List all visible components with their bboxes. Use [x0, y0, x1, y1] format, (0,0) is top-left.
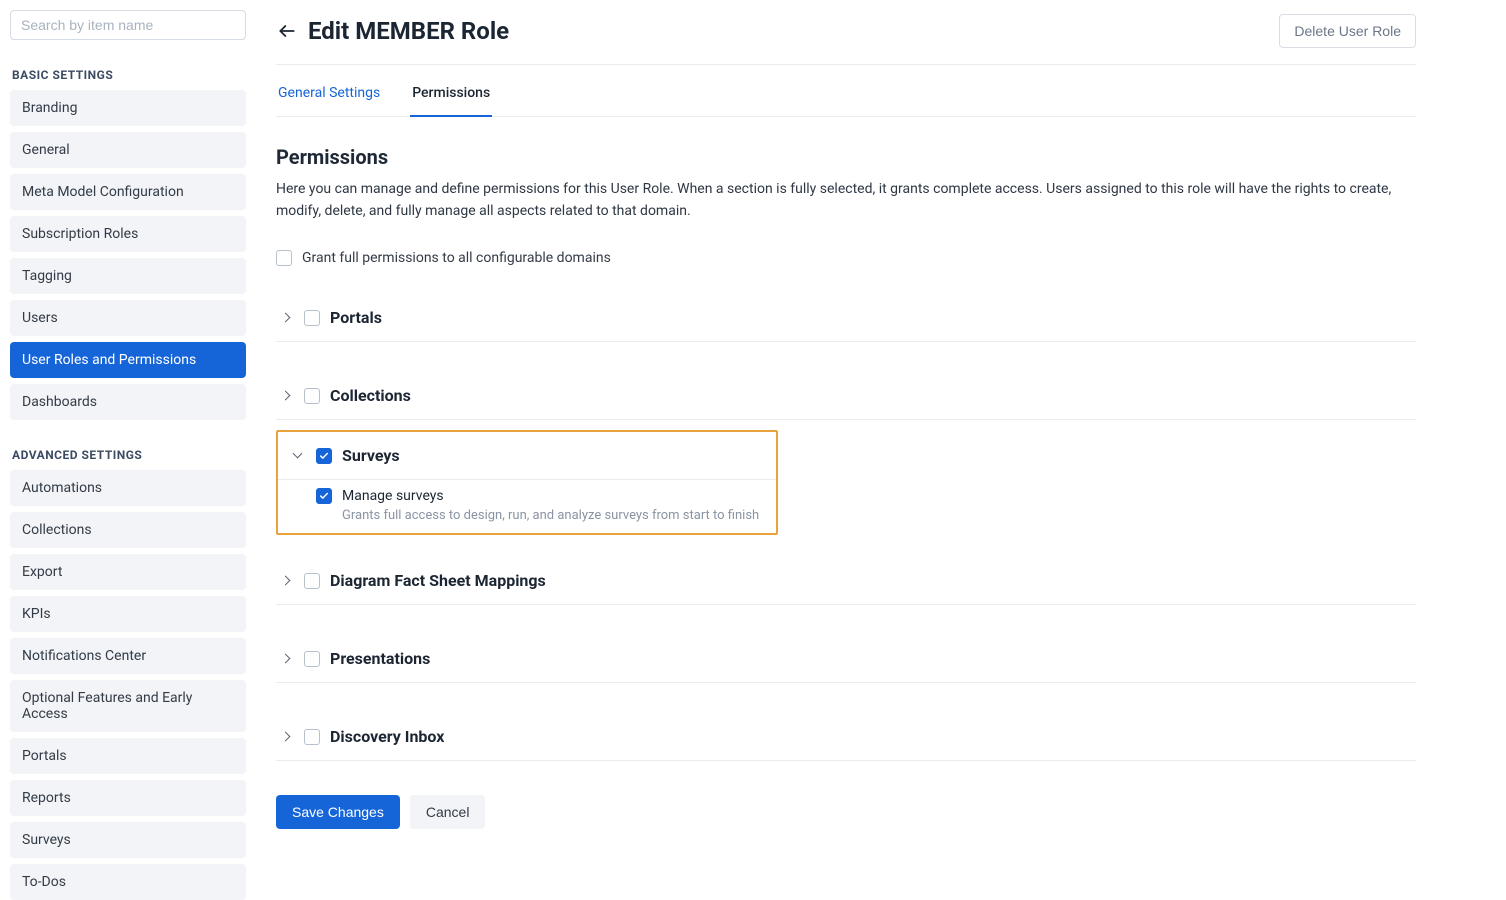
- sidebar-item-users[interactable]: Users: [10, 300, 246, 336]
- sidebar-item-dashboards[interactable]: Dashboards: [10, 384, 246, 420]
- perm-group-portals: Portals: [276, 294, 1416, 342]
- sidebar-item-meta-model[interactable]: Meta Model Configuration: [10, 174, 246, 210]
- chevron-right-icon[interactable]: [276, 733, 294, 740]
- page-header: Edit MEMBER Role Delete User Role: [276, 14, 1416, 65]
- permissions-description: Here you can manage and define permissio…: [276, 179, 1416, 222]
- advanced-settings-list: Automations Collections Export KPIs Noti…: [10, 470, 246, 900]
- sidebar-item-export[interactable]: Export: [10, 554, 246, 590]
- page-title: Edit MEMBER Role: [308, 17, 509, 45]
- diagram-checkbox[interactable]: [304, 573, 320, 589]
- sidebar-item-optional-features[interactable]: Optional Features and Early Access: [10, 680, 246, 732]
- permissions-title: Permissions: [276, 145, 1416, 169]
- main-content: Edit MEMBER Role Delete User Role Genera…: [256, 0, 1506, 886]
- footer-buttons: Save Changes Cancel: [276, 795, 1416, 829]
- basic-settings-list: Branding General Meta Model Configuratio…: [10, 90, 246, 420]
- tab-permissions[interactable]: Permissions: [410, 71, 492, 117]
- discovery-checkbox[interactable]: [304, 729, 320, 745]
- perm-group-surveys-highlight: Surveys Manage surveys Grants full acces…: [276, 430, 778, 535]
- sidebar-item-todos[interactable]: To-Dos: [10, 864, 246, 900]
- grant-all-row: Grant full permissions to all configurab…: [276, 250, 1416, 266]
- chevron-down-icon[interactable]: [288, 452, 306, 459]
- sidebar-item-collections[interactable]: Collections: [10, 512, 246, 548]
- search-input[interactable]: [10, 10, 246, 40]
- back-arrow-icon[interactable]: [276, 20, 298, 42]
- basic-settings-header: BASIC SETTINGS: [12, 68, 246, 82]
- surveys-label: Surveys: [342, 446, 400, 465]
- tabs: General Settings Permissions: [276, 71, 1416, 117]
- chevron-right-icon[interactable]: [276, 392, 294, 399]
- sidebar-item-surveys[interactable]: Surveys: [10, 822, 246, 858]
- cancel-button[interactable]: Cancel: [410, 795, 486, 829]
- chevron-right-icon[interactable]: [276, 577, 294, 584]
- sidebar-item-automations[interactable]: Automations: [10, 470, 246, 506]
- portals-label: Portals: [330, 308, 382, 327]
- sidebar-item-reports[interactable]: Reports: [10, 780, 246, 816]
- sidebar: BASIC SETTINGS Branding General Meta Mod…: [0, 0, 256, 886]
- permissions-panel: Permissions Here you can manage and defi…: [276, 117, 1416, 829]
- sidebar-item-tagging[interactable]: Tagging: [10, 258, 246, 294]
- perm-sub-manage-surveys: Manage surveys Grants full access to des…: [278, 480, 776, 523]
- perm-group-collections: Collections: [276, 372, 1416, 420]
- tab-general-settings[interactable]: General Settings: [276, 71, 382, 117]
- chevron-right-icon[interactable]: [276, 314, 294, 321]
- manage-surveys-checkbox[interactable]: [316, 488, 332, 504]
- discovery-label: Discovery Inbox: [330, 727, 444, 746]
- presentations-checkbox[interactable]: [304, 651, 320, 667]
- advanced-settings-header: ADVANCED SETTINGS: [12, 448, 246, 462]
- sidebar-item-kpis[interactable]: KPIs: [10, 596, 246, 632]
- portals-checkbox[interactable]: [304, 310, 320, 326]
- diagram-label: Diagram Fact Sheet Mappings: [330, 571, 546, 590]
- surveys-checkbox[interactable]: [316, 448, 332, 464]
- collections-checkbox[interactable]: [304, 388, 320, 404]
- sidebar-item-portals[interactable]: Portals: [10, 738, 246, 774]
- sidebar-item-general[interactable]: General: [10, 132, 246, 168]
- collections-label: Collections: [330, 386, 411, 405]
- grant-all-checkbox[interactable]: [276, 250, 292, 266]
- presentations-label: Presentations: [330, 649, 430, 668]
- chevron-right-icon[interactable]: [276, 655, 294, 662]
- manage-surveys-label: Manage surveys: [342, 488, 444, 504]
- sidebar-item-notifications[interactable]: Notifications Center: [10, 638, 246, 674]
- perm-group-presentations: Presentations: [276, 635, 1416, 683]
- manage-surveys-desc: Grants full access to design, run, and a…: [342, 508, 766, 523]
- save-button[interactable]: Save Changes: [276, 795, 400, 829]
- sidebar-item-subscription-roles[interactable]: Subscription Roles: [10, 216, 246, 252]
- perm-group-discovery: Discovery Inbox: [276, 713, 1416, 761]
- grant-all-label: Grant full permissions to all configurab…: [302, 250, 611, 266]
- delete-role-button[interactable]: Delete User Role: [1279, 14, 1416, 48]
- perm-group-diagram: Diagram Fact Sheet Mappings: [276, 557, 1416, 605]
- sidebar-item-branding[interactable]: Branding: [10, 90, 246, 126]
- sidebar-item-user-roles[interactable]: User Roles and Permissions: [10, 342, 246, 378]
